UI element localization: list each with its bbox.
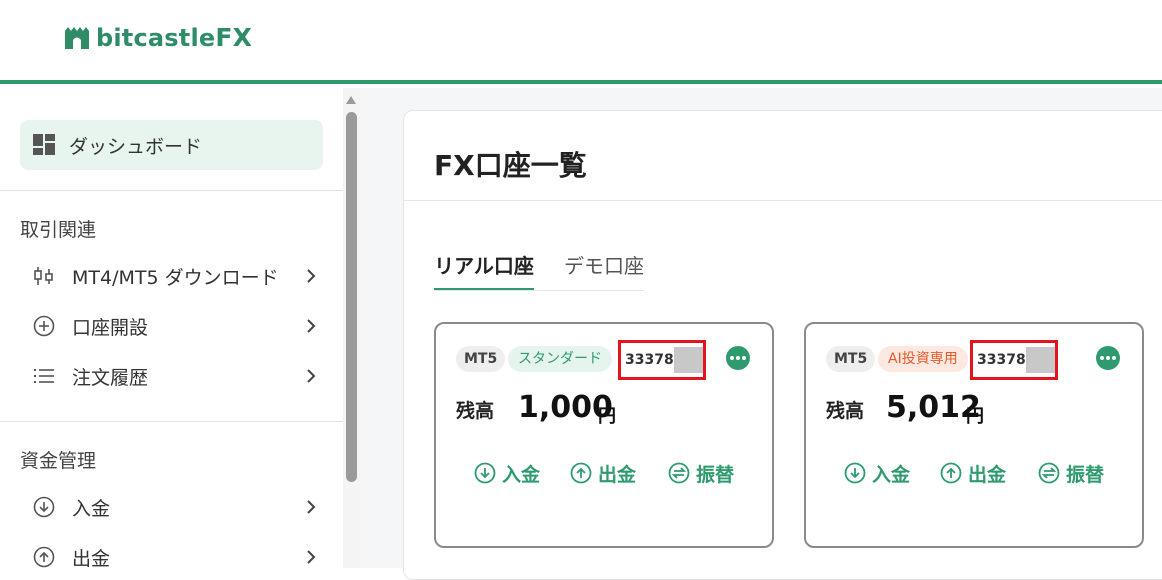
chevron-right-icon — [307, 550, 316, 564]
withdraw-icon — [570, 462, 592, 484]
panel-divider — [404, 200, 1162, 201]
deposit-icon — [844, 462, 866, 484]
chevron-right-icon — [307, 500, 316, 514]
chevron-right-icon — [307, 369, 316, 383]
account-type-badge: AI投資専用 — [878, 346, 968, 372]
sidebar-item-order-history[interactable]: 注文履歴 — [20, 356, 320, 396]
balance-label: 残高 — [456, 400, 495, 422]
sidebar-item-open-account[interactable]: 口座開設 — [20, 306, 320, 346]
currency-unit: 円 — [966, 406, 984, 427]
list-icon — [34, 369, 54, 383]
balance-label: 残高 — [826, 400, 865, 422]
section-title-trading: 取引関連 — [20, 219, 97, 241]
sidebar-item-mt-download[interactable]: MT4/MT5 ダウンロード — [20, 256, 320, 296]
transfer-icon — [1038, 462, 1060, 484]
withdraw-label: 出金 — [598, 463, 637, 486]
withdraw-label: 出金 — [968, 463, 1007, 486]
deposit-icon — [33, 496, 55, 518]
more-options-icon[interactable] — [726, 346, 750, 370]
account-card[interactable]: MT5 AI投資専用 33378 残高 5,012 円 入金 出金 振替 — [804, 322, 1144, 548]
sidebar-item-dashboard[interactable]: ダッシュボード — [20, 120, 323, 170]
transfer-label: 振替 — [696, 463, 735, 486]
masked-digits — [1025, 347, 1055, 373]
withdraw-icon — [940, 462, 962, 484]
castle-logo-icon — [65, 27, 89, 49]
account-number: 33378 — [970, 340, 1058, 380]
account-number: 33378 — [618, 340, 706, 380]
sidebar-item-label: 入金 — [72, 497, 111, 520]
chevron-right-icon — [307, 269, 316, 283]
withdraw-icon — [33, 546, 55, 568]
deposit-button[interactable]: 入金 — [474, 460, 540, 486]
sidebar-item-label: ダッシュボード — [69, 135, 203, 158]
tab-demo-account[interactable]: デモ口座 — [564, 244, 644, 279]
candlestick-icon — [34, 267, 53, 285]
transfer-button[interactable]: 振替 — [1038, 460, 1104, 486]
tab-real-account[interactable]: リアル口座 — [434, 244, 534, 291]
more-options-icon[interactable] — [1096, 346, 1120, 370]
scroll-up-arrow-icon[interactable] — [346, 96, 356, 104]
section-title-funds: 資金管理 — [20, 450, 97, 472]
platform-badge: MT5 — [456, 346, 506, 372]
account-number-text: 33378 — [625, 352, 674, 368]
deposit-icon — [474, 462, 496, 484]
masked-digits — [673, 347, 703, 373]
withdraw-button[interactable]: 出金 — [570, 460, 636, 486]
transfer-icon — [668, 462, 690, 484]
transfer-label: 振替 — [1066, 463, 1105, 486]
sidebar-item-label: MT4/MT5 ダウンロード — [72, 266, 279, 289]
sidebar-item-label: 出金 — [72, 547, 111, 570]
page-title: FX口座一覧 — [434, 149, 587, 182]
account-type-badge: スタンダード — [508, 346, 612, 372]
logo-text: bitcastleFX — [96, 22, 253, 52]
account-card[interactable]: MT5 スタンダード 33378 残高 1,000 円 入金 出金 振替 — [434, 322, 774, 548]
deposit-button[interactable]: 入金 — [844, 460, 910, 486]
tabs-underline — [434, 290, 644, 291]
chevron-right-icon — [307, 319, 316, 333]
bitcastle-logo[interactable]: bitcastleFX — [62, 22, 252, 52]
top-header: bitcastleFX — [0, 0, 1162, 84]
platform-badge: MT5 — [826, 346, 876, 372]
sidebar-item-deposit[interactable]: 入金 — [20, 487, 320, 527]
withdraw-button[interactable]: 出金 — [940, 460, 1006, 486]
sidebar: ダッシュボード 取引関連 MT4/MT5 ダウンロード 口座開設 注文履歴 資金… — [0, 88, 343, 570]
sidebar-item-label: 注文履歴 — [72, 366, 149, 389]
plus-circle-icon — [33, 315, 55, 337]
deposit-label: 入金 — [502, 463, 541, 486]
sidebar-divider — [0, 421, 343, 422]
currency-unit: 円 — [598, 406, 616, 427]
transfer-button[interactable]: 振替 — [668, 460, 734, 486]
scrollbar-thumb[interactable] — [346, 112, 357, 482]
account-number-text: 33378 — [977, 352, 1026, 368]
sidebar-item-label: 口座開設 — [72, 316, 149, 339]
deposit-label: 入金 — [872, 463, 911, 486]
dashboard-icon — [33, 134, 55, 155]
sidebar-divider — [0, 190, 343, 191]
sidebar-item-withdraw[interactable]: 出金 — [20, 537, 320, 577]
